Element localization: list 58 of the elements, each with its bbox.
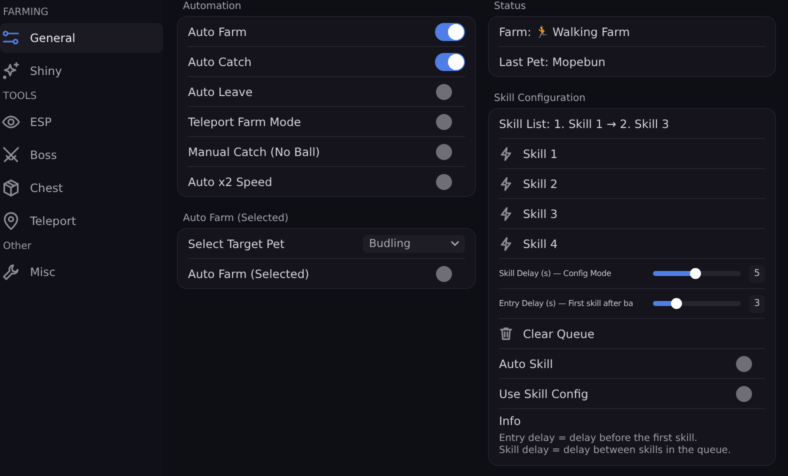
sidebar-item[interactable]: Chest [0,173,163,203]
lightning-icon [499,236,513,250]
section-label: Other [2,240,32,254]
skill-button[interactable]: Skill 4 [499,236,558,250]
section-label: Auto Farm (Selected) [182,212,290,226]
sliders-icon [2,29,20,47]
chevron-icon [451,241,459,246]
sidebar-item[interactable]: Shiny [0,56,163,86]
skill-button[interactable]: Skill 2 [499,176,558,190]
lightning-icon [499,176,513,190]
lightning-icon [499,206,513,220]
slider-label: Entry Delay (s) — First skill after ba [499,299,634,308]
section-label: Skill Configuration [493,92,586,106]
toggle-label: Auto Skill [499,356,554,370]
value-field[interactable]: 5 [749,264,765,282]
eye-icon [2,113,20,131]
slider-label: Skill Delay (s) — Config Mode [499,269,612,278]
sidebar-item[interactable]: Boss [0,140,163,170]
dropdown[interactable]: Budling [363,234,465,252]
info-heading: Info [499,414,521,428]
slider-thumb[interactable] [690,268,702,279]
box-icon [2,179,20,197]
section-label: Automation [182,0,242,14]
trash-icon [499,326,513,341]
location-pin-icon [2,212,20,230]
wrench-icon [2,263,20,281]
toggle-label: Auto Farm [188,24,248,38]
lightning-icon [499,146,513,160]
toggle-label: Use Skill Config [499,386,590,400]
section-label: TOOLS [2,90,38,104]
toggle-label: Auto Catch [188,54,253,68]
clear-queue-button[interactable]: Clear Queue [499,326,595,341]
sidebar-item[interactable]: Teleport [0,206,163,236]
toggle-label: Manual Catch (No Ball) [188,144,321,158]
slider-track[interactable] [653,301,741,306]
field-label: Select Target Pet [188,236,286,250]
toggle-switch[interactable] [435,52,465,70]
slider-thumb[interactable] [670,298,682,309]
section-label: FARMING [2,6,50,20]
status-text: Skill List: 1. Skill 1 → 2. Skill 3 [499,116,670,130]
toggle-label: Auto Leave [188,84,254,98]
slider-track[interactable] [653,271,741,276]
status-text: Last Pet: Mopebun [499,54,606,68]
sidebar-item[interactable]: General [0,23,163,53]
sidebar-item[interactable]: ESP [0,107,163,137]
skill-button[interactable]: Skill 1 [499,146,558,160]
sparkle-icon [2,62,20,80]
crossed-swords-icon [2,146,20,164]
value-field[interactable]: 3 [749,294,765,312]
toggle-label: Teleport Farm Mode [188,114,302,128]
section-label: Status [493,0,527,14]
toggle-label: Auto x2 Speed [188,174,274,188]
toggle-switch[interactable] [435,22,465,40]
status-text: Farm: 🏃 Walking Farm [499,24,631,38]
info-text: Entry delay = delay before the first skill. Skill delay = delay between skills in the queue. [499,433,731,457]
sidebar-item[interactable]: Misc [0,257,163,287]
toggle-label: Auto Farm (Selected) [188,266,310,280]
skill-button[interactable]: Skill 3 [499,206,558,220]
